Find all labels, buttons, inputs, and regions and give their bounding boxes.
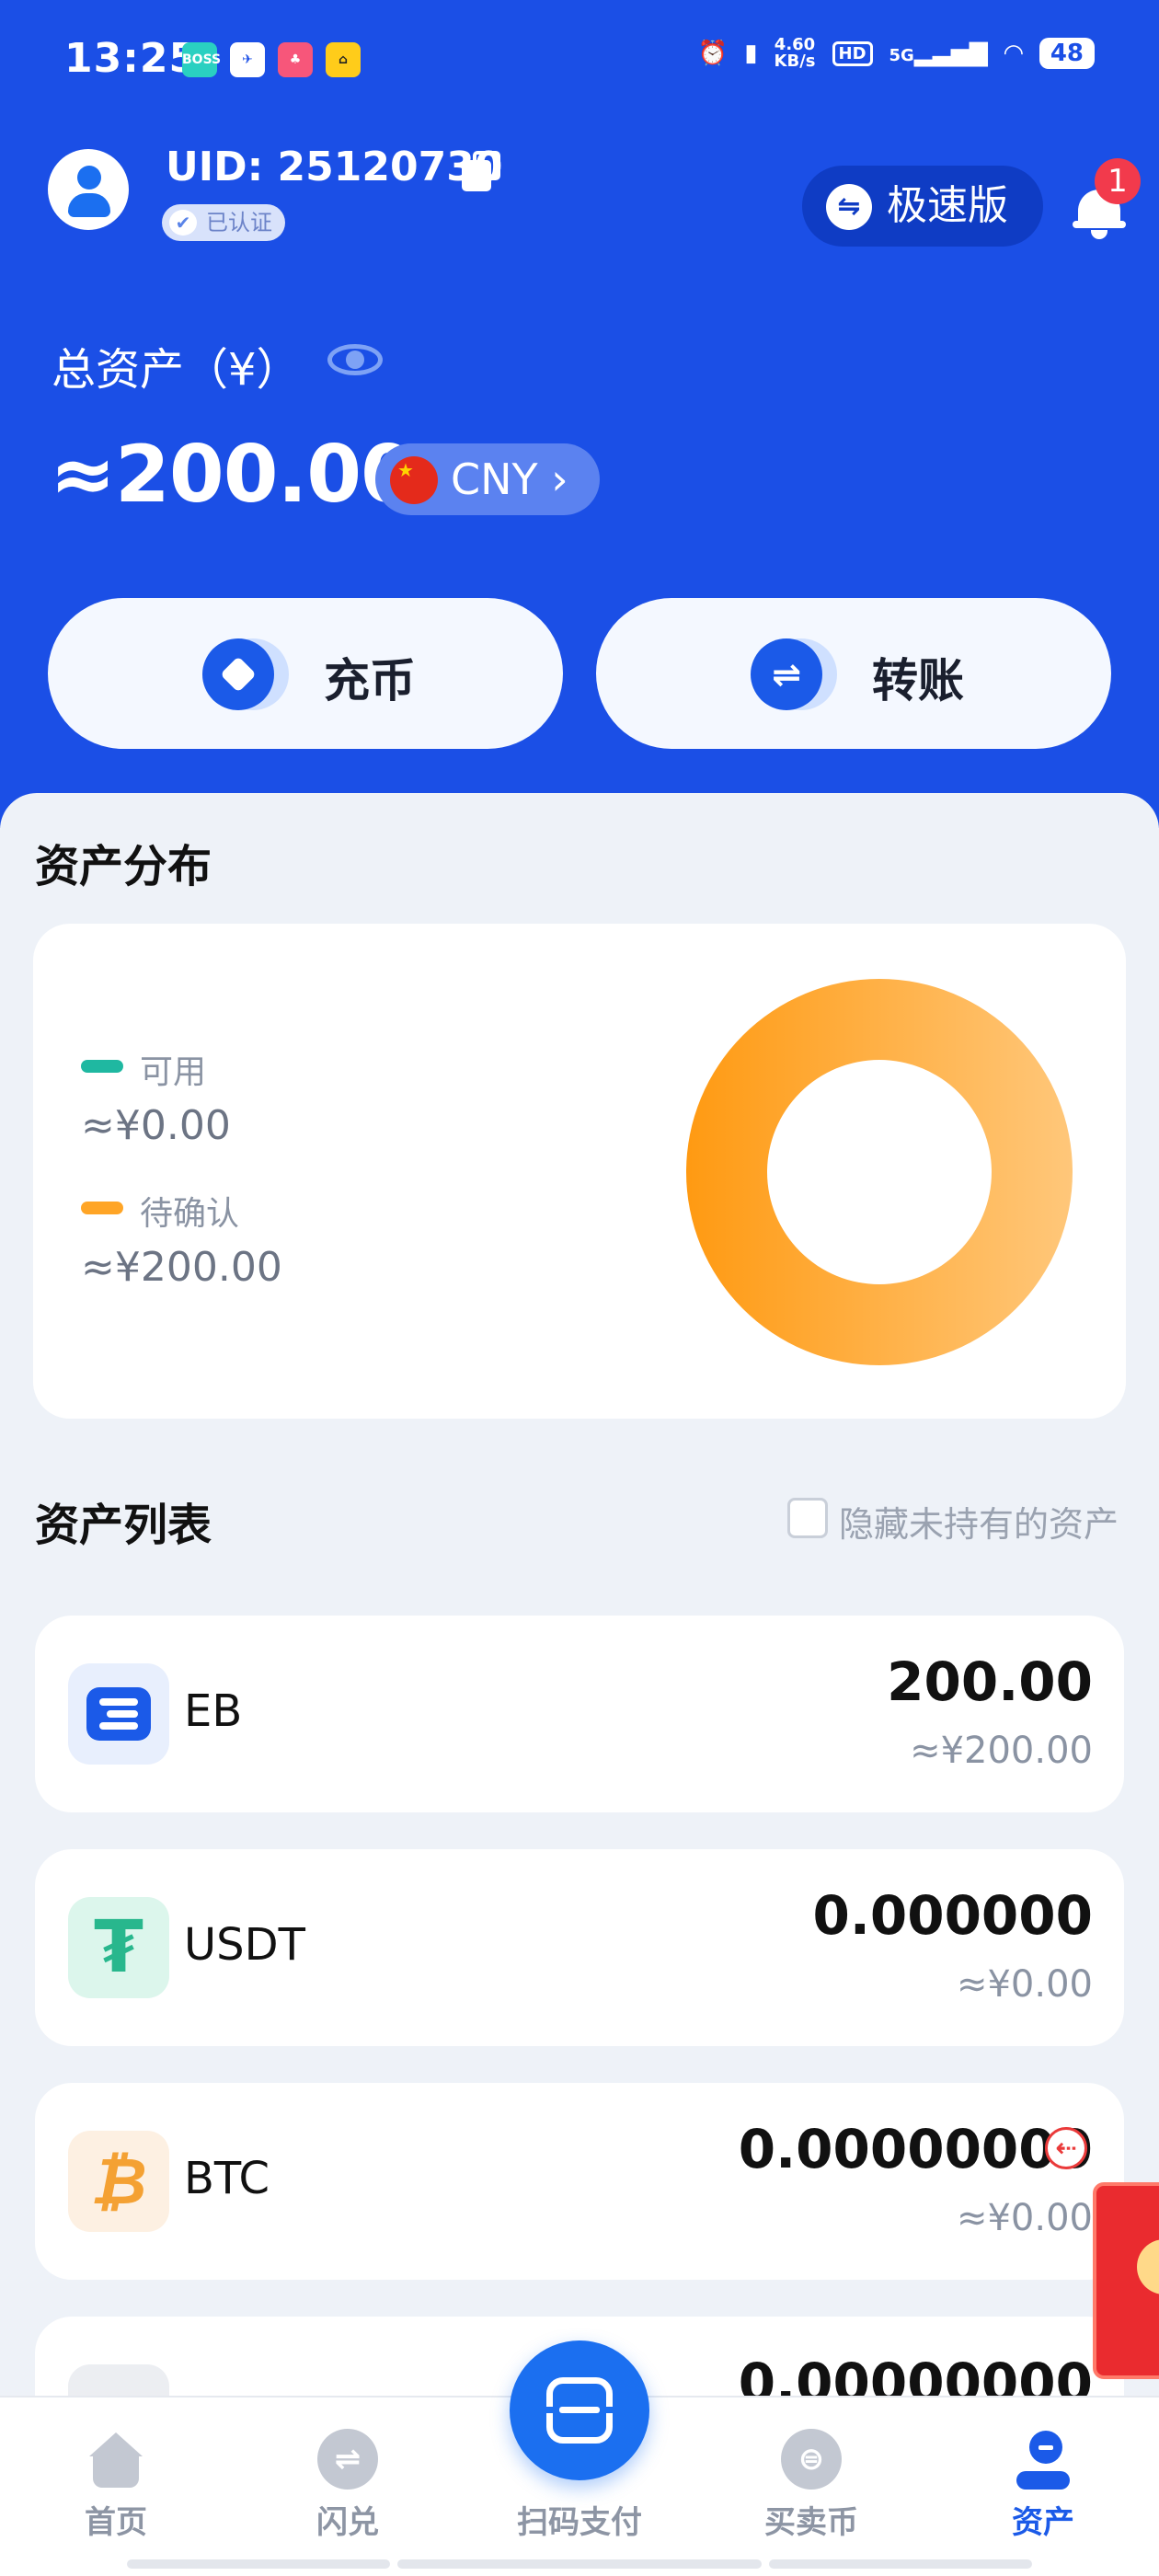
red-packet-coin xyxy=(1137,2239,1159,2294)
total-assets-value: ≈200.00 xyxy=(50,429,416,521)
avatar-body xyxy=(68,193,110,217)
exchange-icon: ⊜ xyxy=(781,2429,842,2490)
coin-symbol: USDT xyxy=(184,1919,305,1971)
pending-value: ≈¥200.00 xyxy=(81,1244,282,1291)
currency-selector[interactable]: ★ CNY › xyxy=(375,443,600,515)
check-icon: ✔ xyxy=(169,210,197,236)
donut-hole xyxy=(767,1060,992,1284)
eye-icon[interactable] xyxy=(327,340,383,377)
asset-list-title: 资产列表 xyxy=(35,1500,212,1551)
swap-icon: ⇌ xyxy=(317,2429,378,2490)
coin-row-eb[interactable]: EB 200.00 ≈¥200.00 xyxy=(35,1616,1124,1812)
coin-amount: 200.00 xyxy=(887,1650,1093,1713)
status-bar: 13:25 BOSS ✈ ♣ ⌂ ⏰ ▮ 4.60 KB/s HD 5G▂▃▅▇… xyxy=(0,0,1159,120)
network-label: 5G xyxy=(889,46,914,65)
coin-cny-value: ≈¥200.00 xyxy=(910,1730,1093,1772)
eb-mark xyxy=(86,1687,151,1741)
speed-mode-button[interactable]: ⇋ 极速版 xyxy=(802,166,1043,247)
coin-row-usdt[interactable]: ₮ USDT 0.000000 ≈¥0.00 xyxy=(35,1849,1124,2046)
taxi-app-icon: ⌂ xyxy=(326,42,361,77)
network-speed: 4.60 KB/s xyxy=(775,37,816,70)
back-arrow-icon[interactable]: ⇠ xyxy=(1045,2127,1087,2169)
home-indicator-center xyxy=(397,2559,762,2569)
scan-line xyxy=(559,2407,600,2413)
chevron-right-icon: › xyxy=(551,454,568,504)
diamond-icon xyxy=(220,656,257,693)
transfer-arrows-icon: ⇌ xyxy=(751,638,822,710)
home-icon xyxy=(86,2429,146,2490)
bell-clapper xyxy=(1091,230,1107,239)
status-indicators: ⏰ ▮ 4.60 KB/s HD 5G▂▃▅▇ ◠ 48 xyxy=(698,37,1095,70)
home-indicator-right xyxy=(769,2559,1032,2569)
tab-trade[interactable]: ⊜ 买卖币 xyxy=(738,2429,885,2542)
verified-label: 已认证 xyxy=(206,210,272,236)
hide-zero-checkbox[interactable] xyxy=(787,1498,828,1538)
transfer-button[interactable]: ⇌ 转账 xyxy=(596,598,1111,749)
pie-slice-pending xyxy=(686,979,1073,1365)
coin-symbol: BTC xyxy=(184,2153,270,2204)
deposit-label: 充币 xyxy=(324,654,416,707)
tab-assets[interactable]: 资产 xyxy=(970,2429,1117,2542)
deposit-icon xyxy=(202,638,289,710)
transfer-icon: ⇌ xyxy=(751,638,837,710)
red-packet-float[interactable] xyxy=(1093,2182,1159,2379)
deposit-button[interactable]: 充币 xyxy=(48,598,563,749)
swap-circle-icon: ⇋ xyxy=(826,184,872,230)
notification-badge: 1 xyxy=(1095,158,1141,204)
speed-mode-label: 极速版 xyxy=(887,182,1008,229)
coin-amount: 0.00000000 xyxy=(738,2118,1093,2180)
deposit-icon-circle xyxy=(202,638,274,710)
available-value: ≈¥0.00 xyxy=(81,1102,231,1149)
transfer-label: 转账 xyxy=(872,654,964,707)
bird-app-icon: ✈ xyxy=(230,42,265,77)
tab-flash-swap[interactable]: ⇌ 闪兑 xyxy=(274,2429,421,2542)
coin-cny-value: ≈¥0.00 xyxy=(956,1963,1093,2006)
user-uid: UID: 25120730 xyxy=(166,144,503,190)
tab-trade-label: 买卖币 xyxy=(764,2504,858,2541)
bitcoin-logo-icon: ₿ xyxy=(68,2131,169,2232)
tab-assets-label: 资产 xyxy=(1012,2504,1074,2541)
hide-zero-label[interactable]: 隐藏未持有的资产 xyxy=(839,1496,1119,1547)
home-indicator-left xyxy=(127,2559,390,2569)
hd-icon: HD xyxy=(832,40,873,66)
verified-badge: ✔ 已认证 xyxy=(162,204,285,241)
scan-button[interactable] xyxy=(510,2340,649,2480)
coin-amount: 0.000000 xyxy=(812,1884,1093,1947)
china-flag-icon: ★ xyxy=(390,456,438,504)
tab-scan-pay[interactable]: 扫码支付 xyxy=(506,2490,653,2542)
copy-icon[interactable] xyxy=(462,151,502,191)
tab-flash-swap-label: 闪兑 xyxy=(316,2504,379,2541)
tether-logo-icon: ₮ xyxy=(68,1897,169,1998)
status-time: 13:25 xyxy=(64,35,199,82)
boss-app-icon: BOSS xyxy=(182,42,221,77)
currency-label: CNY xyxy=(451,454,538,504)
pending-label: 待确认 xyxy=(140,1195,240,1233)
eb-logo-icon xyxy=(68,1663,169,1765)
pending-legend-bar xyxy=(81,1202,123,1214)
available-legend-bar xyxy=(81,1060,123,1073)
speed-unit: KB/s xyxy=(774,52,816,71)
available-label: 可用 xyxy=(140,1053,207,1091)
wifi-icon: ◠ xyxy=(1004,40,1023,67)
coin-row-btc[interactable]: ₿ BTC 0.00000000 ≈¥0.00 xyxy=(35,2083,1124,2280)
avatar-head xyxy=(77,166,101,190)
copy-icon-front xyxy=(462,160,491,191)
wallet-icon xyxy=(1013,2429,1073,2490)
tab-home-label: 首页 xyxy=(85,2504,147,2541)
vibrate-icon: ▮ xyxy=(744,40,758,67)
eye-pupil xyxy=(346,351,364,369)
tab-home[interactable]: 首页 xyxy=(42,2429,189,2542)
total-assets-label: 总资产（¥） xyxy=(52,344,301,396)
distribution-title: 资产分布 xyxy=(35,841,212,892)
battery-icon: 48 xyxy=(1039,38,1095,69)
coin-cny-value: ≈¥0.00 xyxy=(956,2197,1093,2239)
user-avatar[interactable] xyxy=(48,149,129,230)
coin-symbol: EB xyxy=(184,1685,243,1737)
tab-scan-pay-label: 扫码支付 xyxy=(517,2504,642,2541)
bell-rim xyxy=(1073,221,1126,228)
game-app-icon: ♣ xyxy=(278,42,313,77)
alarm-icon: ⏰ xyxy=(697,40,729,67)
signal-icon: 5G▂▃▅▇ xyxy=(889,40,988,67)
